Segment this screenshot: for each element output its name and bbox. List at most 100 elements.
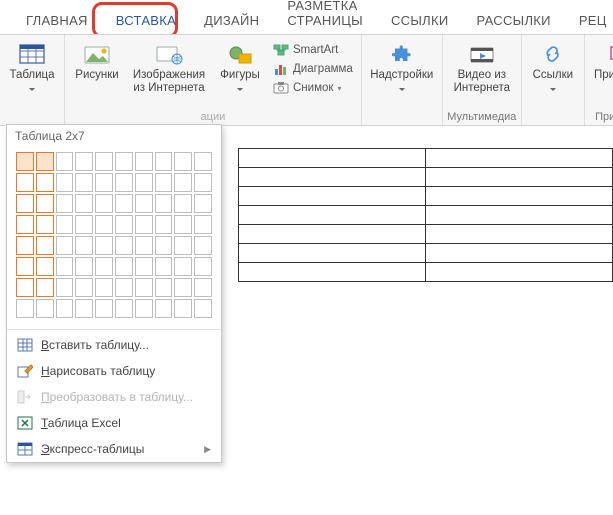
grid-cell[interactable] — [75, 152, 93, 171]
grid-cell[interactable] — [75, 257, 93, 276]
grid-cell[interactable] — [155, 173, 173, 192]
table-button[interactable]: Таблица — [6, 39, 58, 97]
quick-tables-item[interactable]: Экспресс-таблицы ▶ — [7, 436, 221, 462]
pictures-button[interactable]: Рисунки — [71, 39, 123, 82]
grid-cell[interactable] — [174, 236, 192, 255]
grid-cell[interactable] — [56, 215, 74, 234]
grid-cell[interactable] — [56, 194, 74, 213]
shapes-button[interactable]: Фигуры — [215, 39, 265, 97]
grid-cell[interactable] — [36, 257, 54, 276]
grid-cell[interactable] — [95, 152, 113, 171]
grid-cell[interactable] — [56, 152, 74, 171]
grid-cell[interactable] — [95, 278, 113, 297]
grid-cell[interactable] — [174, 215, 192, 234]
smartart-button[interactable]: SmartArt — [271, 41, 355, 59]
grid-cell[interactable] — [155, 257, 173, 276]
grid-cell[interactable] — [194, 257, 212, 276]
grid-cell[interactable] — [115, 173, 133, 192]
grid-cell[interactable] — [115, 299, 133, 318]
comment-button[interactable]: Примечан — [591, 39, 613, 82]
grid-cell[interactable] — [36, 215, 54, 234]
grid-cell[interactable] — [135, 152, 153, 171]
links-button[interactable]: Ссылки — [528, 39, 578, 97]
excel-table-item[interactable]: Таблица Excel — [7, 410, 221, 436]
grid-cell[interactable] — [194, 152, 212, 171]
grid-cell[interactable] — [56, 236, 74, 255]
grid-cell[interactable] — [155, 152, 173, 171]
grid-cell[interactable] — [95, 215, 113, 234]
grid-cell[interactable] — [155, 194, 173, 213]
grid-cell[interactable] — [194, 173, 212, 192]
grid-cell[interactable] — [56, 173, 74, 192]
grid-cell[interactable] — [135, 173, 153, 192]
grid-cell[interactable] — [174, 173, 192, 192]
tab-home[interactable]: ГЛАВНАЯ — [12, 7, 102, 34]
grid-cell[interactable] — [95, 236, 113, 255]
grid-cell[interactable] — [115, 257, 133, 276]
grid-cell[interactable] — [174, 257, 192, 276]
grid-cell[interactable] — [56, 257, 74, 276]
grid-cell[interactable] — [115, 152, 133, 171]
grid-cell[interactable] — [174, 152, 192, 171]
grid-cell[interactable] — [16, 257, 34, 276]
tab-design[interactable]: ДИЗАЙН — [190, 7, 273, 34]
draw-table-item[interactable]: Нарисовать таблицу — [7, 358, 221, 384]
tab-mailings[interactable]: РАССЫЛКИ — [463, 7, 565, 34]
grid-cell[interactable] — [135, 257, 153, 276]
screenshot-button[interactable]: Снимок ▾ — [271, 79, 355, 97]
grid-cell[interactable] — [95, 194, 113, 213]
grid-cell[interactable] — [16, 152, 34, 171]
grid-cell[interactable] — [194, 194, 212, 213]
online-video-button[interactable]: Видео из Интернета — [449, 39, 515, 94]
grid-cell[interactable] — [36, 152, 54, 171]
grid-cell[interactable] — [115, 236, 133, 255]
grid-cell[interactable] — [174, 278, 192, 297]
grid-cell[interactable] — [16, 299, 34, 318]
grid-cell[interactable] — [36, 173, 54, 192]
grid-cell[interactable] — [135, 236, 153, 255]
grid-cell[interactable] — [16, 173, 34, 192]
grid-cell[interactable] — [95, 299, 113, 318]
grid-cell[interactable] — [75, 299, 93, 318]
grid-cell[interactable] — [75, 236, 93, 255]
grid-cell[interactable] — [194, 299, 212, 318]
tab-insert[interactable]: ВСТАВКА — [102, 7, 190, 34]
grid-cell[interactable] — [36, 194, 54, 213]
grid-cell[interactable] — [56, 299, 74, 318]
grid-cell[interactable] — [115, 215, 133, 234]
grid-cell[interactable] — [155, 215, 173, 234]
grid-cell[interactable] — [174, 194, 192, 213]
grid-cell[interactable] — [75, 215, 93, 234]
grid-cell[interactable] — [95, 257, 113, 276]
table-grid-picker[interactable] — [7, 147, 221, 327]
chart-button[interactable]: Диаграмма — [271, 60, 355, 78]
grid-cell[interactable] — [36, 278, 54, 297]
grid-cell[interactable] — [16, 215, 34, 234]
grid-cell[interactable] — [174, 299, 192, 318]
insert-table-item[interactable]: Вставить таблицу... — [7, 332, 221, 358]
grid-cell[interactable] — [75, 173, 93, 192]
grid-cell[interactable] — [155, 236, 173, 255]
grid-cell[interactable] — [115, 278, 133, 297]
grid-cell[interactable] — [194, 215, 212, 234]
grid-cell[interactable] — [155, 299, 173, 318]
grid-cell[interactable] — [75, 194, 93, 213]
grid-cell[interactable] — [155, 278, 173, 297]
tab-references[interactable]: ССЫЛКИ — [377, 7, 463, 34]
online-pictures-button[interactable]: Изображения из Интернета — [129, 39, 209, 94]
grid-cell[interactable] — [16, 194, 34, 213]
grid-cell[interactable] — [56, 278, 74, 297]
grid-cell[interactable] — [135, 278, 153, 297]
grid-cell[interactable] — [16, 278, 34, 297]
tab-page-layout[interactable]: РАЗМЕТКА СТРАНИЦЫ — [273, 0, 377, 34]
grid-cell[interactable] — [194, 278, 212, 297]
grid-cell[interactable] — [115, 194, 133, 213]
grid-cell[interactable] — [135, 215, 153, 234]
grid-cell[interactable] — [135, 299, 153, 318]
grid-cell[interactable] — [194, 236, 212, 255]
grid-cell[interactable] — [95, 173, 113, 192]
grid-cell[interactable] — [36, 299, 54, 318]
grid-cell[interactable] — [36, 236, 54, 255]
grid-cell[interactable] — [75, 278, 93, 297]
grid-cell[interactable] — [16, 236, 34, 255]
